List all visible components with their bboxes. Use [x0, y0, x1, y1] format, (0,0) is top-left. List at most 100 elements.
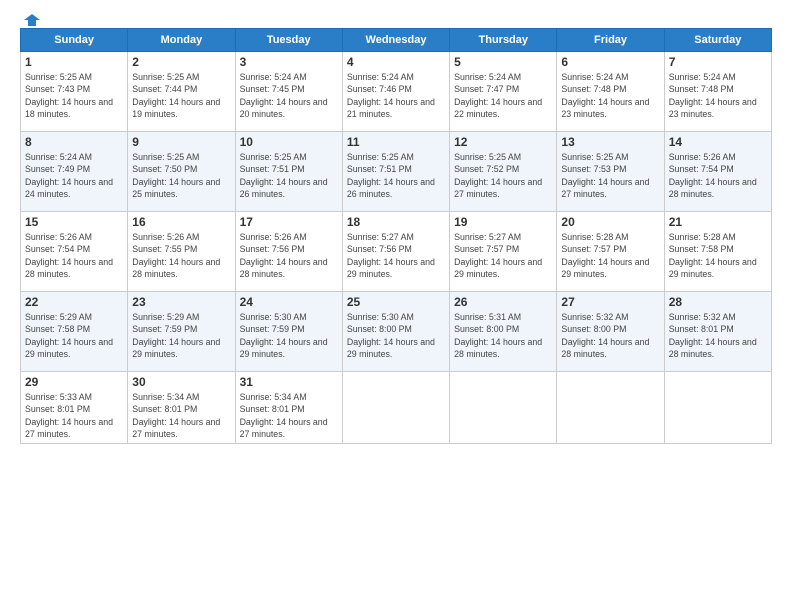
calendar-cell: 31 Sunrise: 5:34 AMSunset: 8:01 PMDayligh… — [235, 372, 342, 444]
day-header-friday: Friday — [557, 29, 664, 52]
calendar-cell — [342, 372, 449, 444]
calendar-cell: 17 Sunrise: 5:26 AMSunset: 7:56 PMDayligh… — [235, 212, 342, 292]
day-detail: Sunrise: 5:28 AMSunset: 7:58 PMDaylight:… — [669, 231, 767, 280]
calendar-cell: 1 Sunrise: 5:25 AMSunset: 7:43 PMDaylight… — [21, 52, 128, 132]
calendar-cell: 6 Sunrise: 5:24 AMSunset: 7:48 PMDaylight… — [557, 52, 664, 132]
calendar-cell: 26 Sunrise: 5:31 AMSunset: 8:00 PMDayligh… — [450, 292, 557, 372]
calendar-cell: 8 Sunrise: 5:24 AMSunset: 7:49 PMDaylight… — [21, 132, 128, 212]
day-number: 5 — [454, 55, 552, 69]
calendar-cell: 11 Sunrise: 5:25 AMSunset: 7:51 PMDayligh… — [342, 132, 449, 212]
day-detail: Sunrise: 5:27 AMSunset: 7:57 PMDaylight:… — [454, 231, 552, 280]
calendar-cell: 27Sunrise: 5:32 AMSunset: 8:00 PMDayligh… — [557, 292, 664, 372]
day-detail: Sunrise: 5:30 AMSunset: 8:00 PMDaylight:… — [347, 311, 445, 360]
day-number: 1 — [25, 55, 123, 69]
day-detail: Sunrise: 5:26 AMSunset: 7:54 PMDaylight:… — [669, 151, 767, 200]
day-number: 17 — [240, 215, 338, 229]
calendar-header-row: SundayMondayTuesdayWednesdayThursdayFrid… — [21, 29, 772, 52]
day-detail: Sunrise: 5:31 AMSunset: 8:00 PMDaylight:… — [454, 311, 552, 360]
calendar-cell: 23 Sunrise: 5:29 AMSunset: 7:59 PMDayligh… — [128, 292, 235, 372]
day-number: 28 — [669, 295, 767, 309]
day-detail: Sunrise: 5:24 AMSunset: 7:49 PMDaylight:… — [25, 151, 123, 200]
calendar-cell: 2 Sunrise: 5:25 AMSunset: 7:44 PMDaylight… — [128, 52, 235, 132]
calendar-cell: 18 Sunrise: 5:27 AMSunset: 7:56 PMDayligh… — [342, 212, 449, 292]
day-detail: Sunrise: 5:32 AMSunset: 8:00 PMDaylight:… — [561, 311, 659, 360]
day-detail: Sunrise: 5:24 AMSunset: 7:48 PMDaylight:… — [561, 71, 659, 120]
day-detail: Sunrise: 5:26 AMSunset: 7:55 PMDaylight:… — [132, 231, 230, 280]
day-detail: Sunrise: 5:25 AMSunset: 7:51 PMDaylight:… — [240, 151, 338, 200]
day-number: 4 — [347, 55, 445, 69]
calendar-week-row: 15Sunrise: 5:26 AMSunset: 7:54 PMDayligh… — [21, 212, 772, 292]
day-number: 19 — [454, 215, 552, 229]
day-number: 15 — [25, 215, 123, 229]
calendar-cell: 5 Sunrise: 5:24 AMSunset: 7:47 PMDaylight… — [450, 52, 557, 132]
calendar-cell: 14Sunrise: 5:26 AMSunset: 7:54 PMDayligh… — [664, 132, 771, 212]
calendar-cell — [664, 372, 771, 444]
calendar-cell: 13 Sunrise: 5:25 AMSunset: 7:53 PMDayligh… — [557, 132, 664, 212]
calendar-week-row: 29 Sunrise: 5:33 AMSunset: 8:01 PMDayligh… — [21, 372, 772, 444]
day-detail: Sunrise: 5:24 AMSunset: 7:46 PMDaylight:… — [347, 71, 445, 120]
day-detail: Sunrise: 5:30 AMSunset: 7:59 PMDaylight:… — [240, 311, 338, 360]
day-number: 11 — [347, 135, 445, 149]
day-detail: Sunrise: 5:29 AMSunset: 7:59 PMDaylight:… — [132, 311, 230, 360]
calendar-cell: 21 Sunrise: 5:28 AMSunset: 7:58 PMDayligh… — [664, 212, 771, 292]
calendar-week-row: 8 Sunrise: 5:24 AMSunset: 7:49 PMDaylight… — [21, 132, 772, 212]
calendar-cell: 30Sunrise: 5:34 AMSunset: 8:01 PMDayligh… — [128, 372, 235, 444]
calendar-week-row: 22 Sunrise: 5:29 AMSunset: 7:58 PMDayligh… — [21, 292, 772, 372]
day-number: 31 — [240, 375, 338, 389]
day-number: 7 — [669, 55, 767, 69]
day-detail: Sunrise: 5:25 AMSunset: 7:50 PMDaylight:… — [132, 151, 230, 200]
day-number: 2 — [132, 55, 230, 69]
day-number: 3 — [240, 55, 338, 69]
calendar-cell — [450, 372, 557, 444]
day-number: 18 — [347, 215, 445, 229]
page: SundayMondayTuesdayWednesdayThursdayFrid… — [0, 0, 792, 612]
day-header-wednesday: Wednesday — [342, 29, 449, 52]
day-header-thursday: Thursday — [450, 29, 557, 52]
calendar-cell: 12 Sunrise: 5:25 AMSunset: 7:52 PMDayligh… — [450, 132, 557, 212]
calendar-cell: 15Sunrise: 5:26 AMSunset: 7:54 PMDayligh… — [21, 212, 128, 292]
day-number: 21 — [669, 215, 767, 229]
day-detail: Sunrise: 5:25 AMSunset: 7:52 PMDaylight:… — [454, 151, 552, 200]
day-number: 6 — [561, 55, 659, 69]
day-detail: Sunrise: 5:24 AMSunset: 7:45 PMDaylight:… — [240, 71, 338, 120]
day-header-monday: Monday — [128, 29, 235, 52]
calendar-cell: 28 Sunrise: 5:32 AMSunset: 8:01 PMDayligh… — [664, 292, 771, 372]
day-number: 26 — [454, 295, 552, 309]
header — [20, 16, 772, 24]
day-detail: Sunrise: 5:34 AMSunset: 8:01 PMDaylight:… — [240, 391, 338, 440]
day-number: 22 — [25, 295, 123, 309]
day-number: 10 — [240, 135, 338, 149]
day-number: 20 — [561, 215, 659, 229]
calendar-cell: 7Sunrise: 5:24 AMSunset: 7:48 PMDaylight… — [664, 52, 771, 132]
day-number: 30 — [132, 375, 230, 389]
calendar-cell: 9 Sunrise: 5:25 AMSunset: 7:50 PMDaylight… — [128, 132, 235, 212]
logo — [20, 16, 40, 24]
calendar-cell: 16 Sunrise: 5:26 AMSunset: 7:55 PMDayligh… — [128, 212, 235, 292]
calendar-cell: 29 Sunrise: 5:33 AMSunset: 8:01 PMDayligh… — [21, 372, 128, 444]
day-number: 9 — [132, 135, 230, 149]
day-number: 29 — [25, 375, 123, 389]
day-detail: Sunrise: 5:24 AMSunset: 7:47 PMDaylight:… — [454, 71, 552, 120]
calendar-cell: 22 Sunrise: 5:29 AMSunset: 7:58 PMDayligh… — [21, 292, 128, 372]
day-detail: Sunrise: 5:25 AMSunset: 7:44 PMDaylight:… — [132, 71, 230, 120]
calendar-cell: 3 Sunrise: 5:24 AMSunset: 7:45 PMDaylight… — [235, 52, 342, 132]
day-number: 16 — [132, 215, 230, 229]
calendar-table: SundayMondayTuesdayWednesdayThursdayFrid… — [20, 28, 772, 444]
day-number: 24 — [240, 295, 338, 309]
day-detail: Sunrise: 5:25 AMSunset: 7:53 PMDaylight:… — [561, 151, 659, 200]
day-detail: Sunrise: 5:27 AMSunset: 7:56 PMDaylight:… — [347, 231, 445, 280]
day-detail: Sunrise: 5:29 AMSunset: 7:58 PMDaylight:… — [25, 311, 123, 360]
day-detail: Sunrise: 5:25 AMSunset: 7:43 PMDaylight:… — [25, 71, 123, 120]
day-detail: Sunrise: 5:25 AMSunset: 7:51 PMDaylight:… — [347, 151, 445, 200]
day-number: 8 — [25, 135, 123, 149]
day-header-sunday: Sunday — [21, 29, 128, 52]
day-number: 13 — [561, 135, 659, 149]
calendar-cell: 4 Sunrise: 5:24 AMSunset: 7:46 PMDaylight… — [342, 52, 449, 132]
day-detail: Sunrise: 5:33 AMSunset: 8:01 PMDaylight:… — [25, 391, 123, 440]
day-number: 12 — [454, 135, 552, 149]
day-detail: Sunrise: 5:32 AMSunset: 8:01 PMDaylight:… — [669, 311, 767, 360]
day-detail: Sunrise: 5:26 AMSunset: 7:56 PMDaylight:… — [240, 231, 338, 280]
day-header-tuesday: Tuesday — [235, 29, 342, 52]
day-number: 23 — [132, 295, 230, 309]
calendar-week-row: 1 Sunrise: 5:25 AMSunset: 7:43 PMDaylight… — [21, 52, 772, 132]
